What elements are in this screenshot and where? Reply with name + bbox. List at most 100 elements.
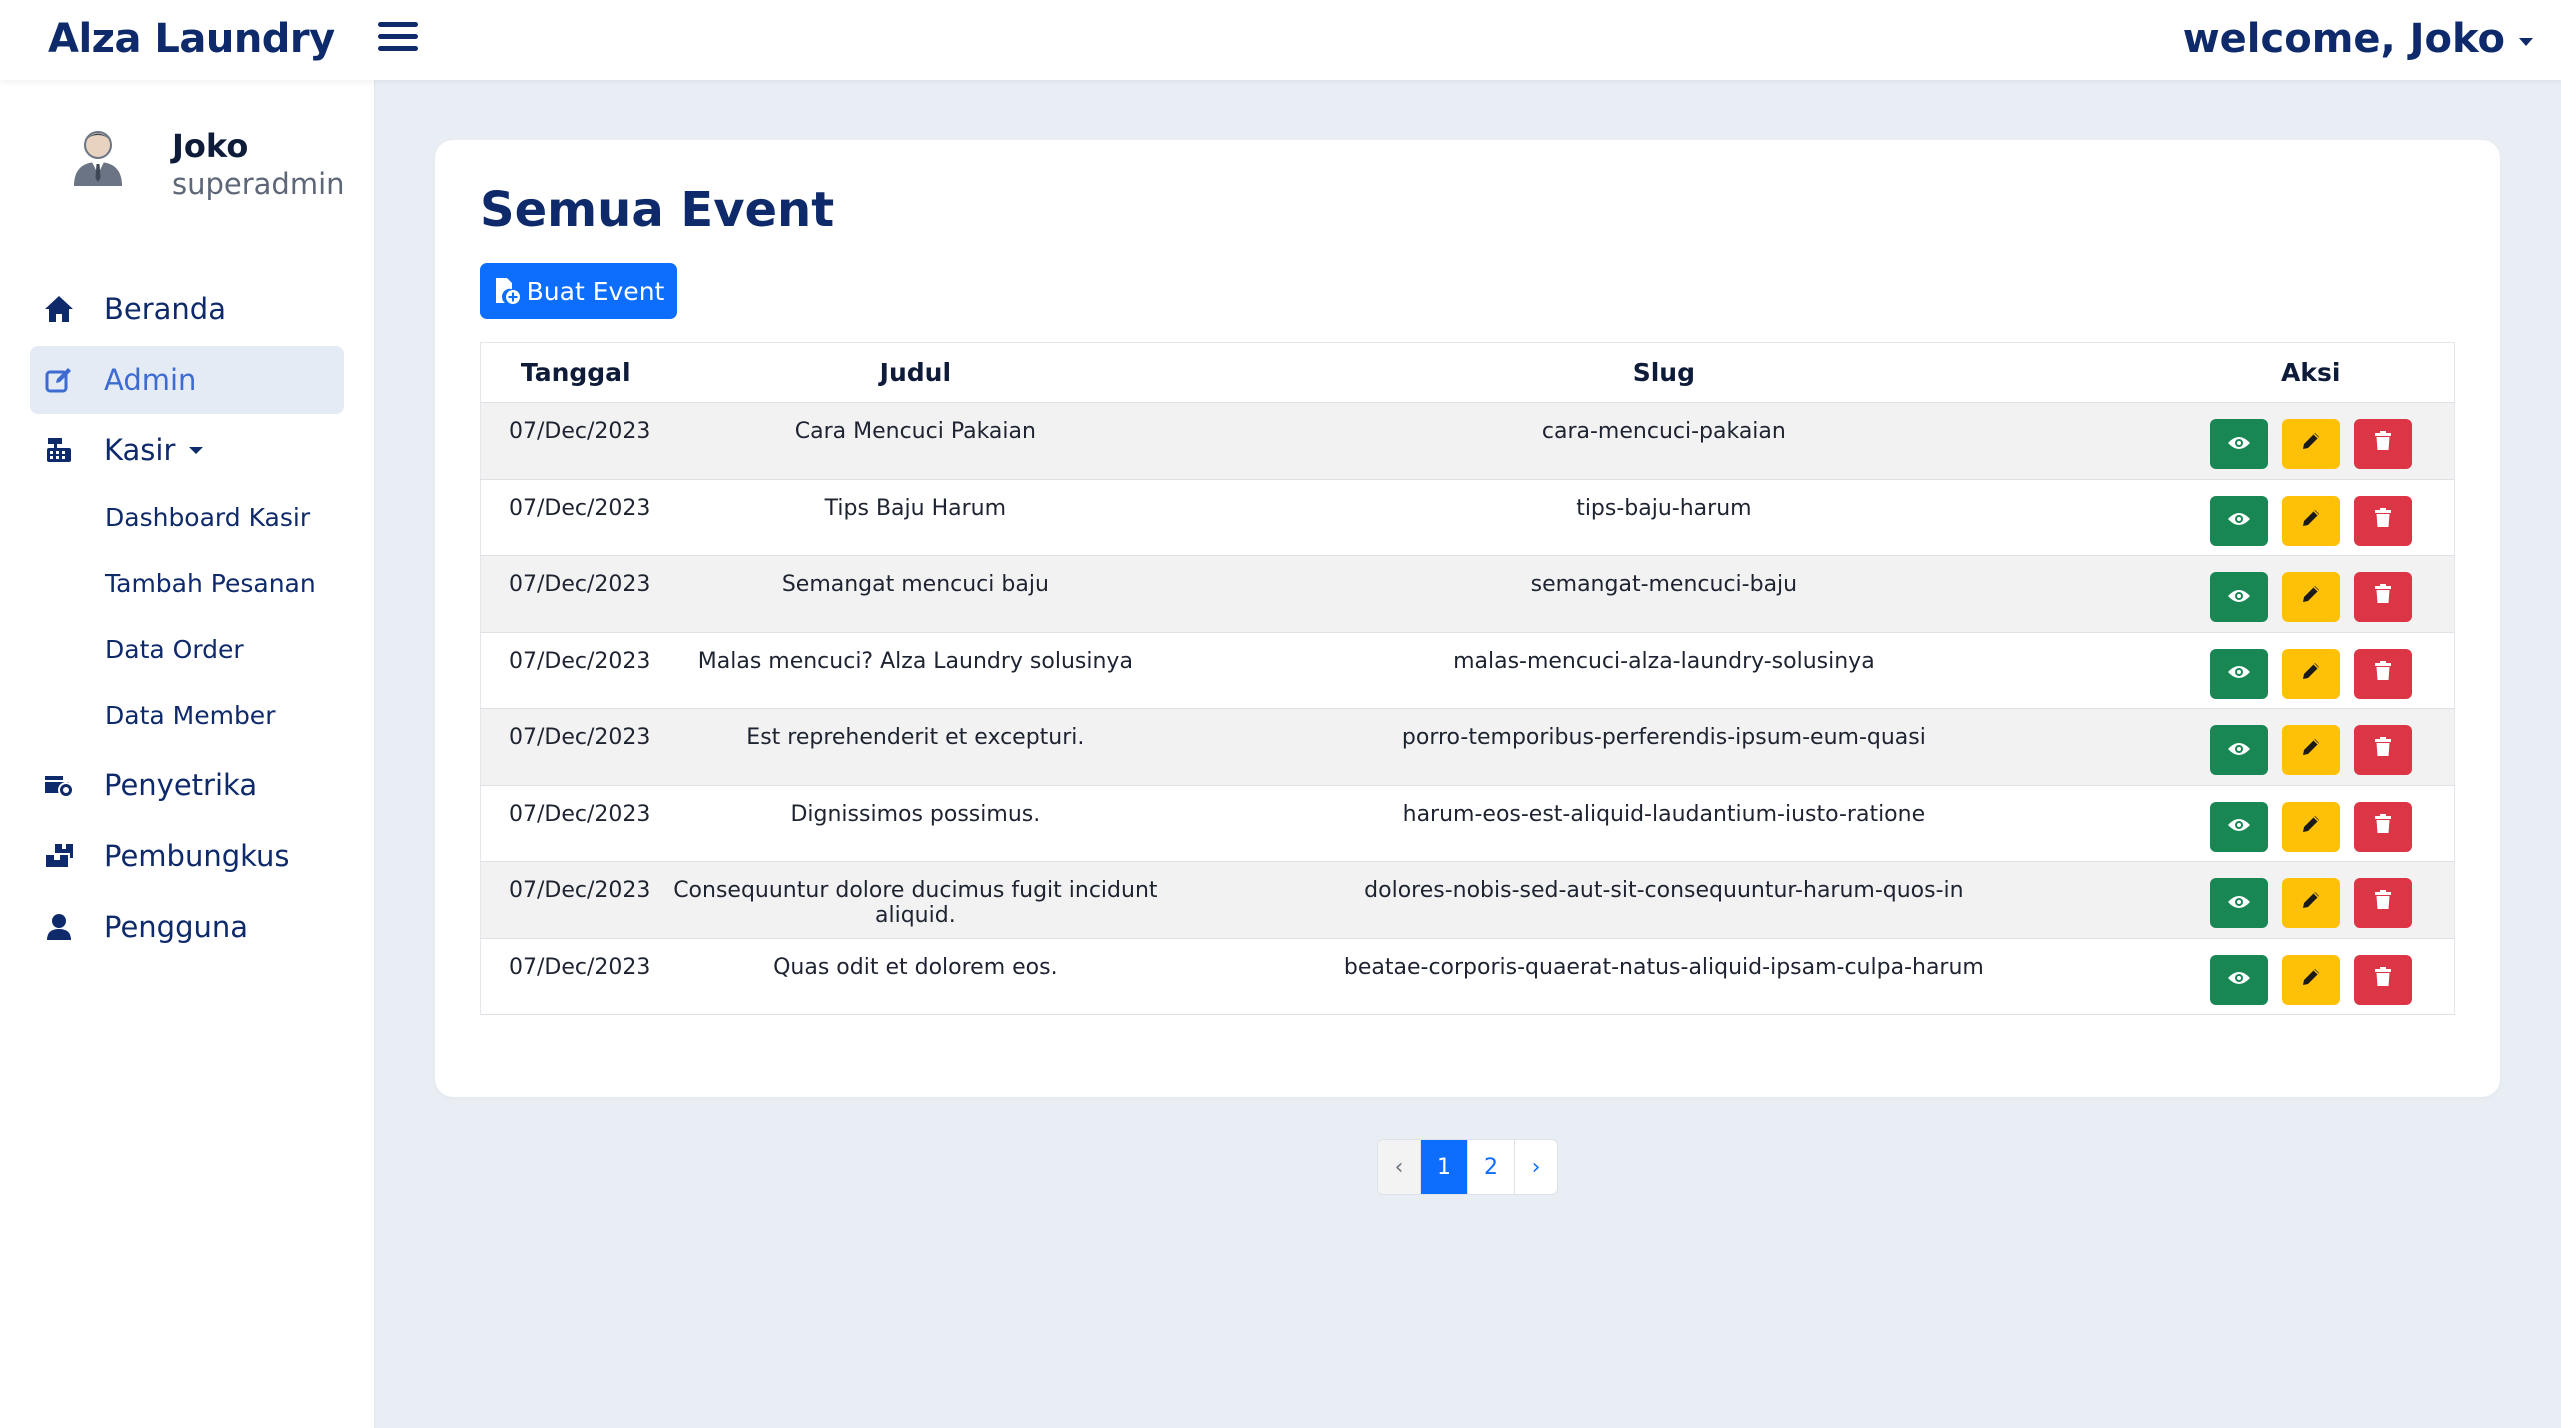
cell-aksi <box>2167 861 2455 939</box>
cell-tanggal: 07/Dec/2023 <box>480 861 671 939</box>
package-icon <box>42 839 76 873</box>
cell-judul: Semangat mencuci baju <box>670 555 1161 633</box>
edit-button[interactable] <box>2281 801 2340 852</box>
delete-button[interactable] <box>2353 419 2412 469</box>
view-button[interactable] <box>2209 419 2268 469</box>
edit-button[interactable] <box>2281 648 2340 699</box>
sidebar-item-label: Kasir <box>104 433 176 467</box>
delete-button[interactable] <box>2353 725 2412 775</box>
edit-button[interactable] <box>2281 878 2340 928</box>
cell-slug: dolores-nobis-sed-aut-sit-consequuntur-h… <box>1160 861 2168 939</box>
cell-judul: Dignissimos possimus. <box>670 785 1161 862</box>
sidebar-item-label: Beranda <box>104 292 226 326</box>
view-button[interactable] <box>2209 878 2268 928</box>
table-header-row: Tanggal Judul Slug Aksi <box>480 342 2455 403</box>
trash-icon <box>2374 737 2392 763</box>
profile-name: Joko <box>172 127 249 165</box>
pagination-next-button[interactable]: › <box>1515 1140 1557 1194</box>
row-actions <box>2168 954 2454 1005</box>
home-icon <box>42 292 76 326</box>
cell-slug: tips-baju-harum <box>1160 479 2168 556</box>
column-header-slug[interactable]: Slug <box>1160 342 2168 403</box>
edit-button[interactable] <box>2281 954 2340 1005</box>
user-dropdown[interactable]: welcome, Joko <box>2183 16 2533 62</box>
eye-icon <box>2227 585 2251 610</box>
view-button[interactable] <box>2209 954 2268 1005</box>
view-button[interactable] <box>2209 725 2268 775</box>
sidebar-subitem-data-member[interactable]: Data Member <box>105 701 275 730</box>
eye-icon <box>2227 738 2251 763</box>
eye-icon <box>2227 432 2251 457</box>
pagination-page-2[interactable]: 2 <box>1468 1140 1515 1194</box>
hamburger-menu-icon[interactable] <box>378 22 418 56</box>
sidebar-subitem-tambah-pesanan[interactable]: Tambah Pesanan <box>105 569 316 598</box>
cell-judul: Quas odit et dolorem eos. <box>670 938 1161 1015</box>
table-row: 07/Dec/2023 Dignissimos possimus. harum-eo… <box>480 785 2455 862</box>
view-button[interactable] <box>2209 572 2268 622</box>
cell-slug: malas-mencuci-alza-laundry-solusinya <box>1160 632 2168 709</box>
edit-button[interactable] <box>2281 419 2340 469</box>
sidebar-item-pembungkus[interactable]: Pembungkus <box>30 822 344 890</box>
row-actions <box>2168 801 2454 852</box>
create-event-button[interactable]: Buat Event <box>480 263 677 319</box>
table-row: 07/Dec/2023 Tips Baju Harum tips-baju-haru… <box>480 479 2455 556</box>
top-navbar: Alza Laundry welcome, Joko <box>0 0 2561 80</box>
sidebar: Joko superadmin Beranda Admin Kasir Dash… <box>0 80 375 1428</box>
cell-judul: Tips Baju Harum <box>670 479 1161 556</box>
eye-icon <box>2227 661 2251 686</box>
trash-icon <box>2374 890 2392 916</box>
row-actions <box>2168 419 2454 469</box>
delete-button[interactable] <box>2353 495 2412 546</box>
iron-icon <box>42 768 76 802</box>
sidebar-item-admin[interactable]: Admin <box>30 346 344 414</box>
delete-button[interactable] <box>2353 572 2412 622</box>
cell-judul: Est reprehenderit et excepturi. <box>670 708 1161 786</box>
events-table: Tanggal Judul Slug Aksi 07/Dec/2023 Cara … <box>480 342 2455 1015</box>
sidebar-subitem-data-order[interactable]: Data Order <box>105 635 244 664</box>
sidebar-item-kasir[interactable]: Kasir <box>30 416 344 484</box>
pencil-icon <box>2301 737 2321 763</box>
column-header-aksi: Aksi <box>2167 342 2455 403</box>
trash-icon <box>2374 507 2392 534</box>
cell-slug: beatae-corporis-quaerat-natus-aliquid-ip… <box>1160 938 2168 1015</box>
pagination-prev-button[interactable]: ‹ <box>1378 1140 1421 1194</box>
row-actions <box>2168 572 2454 622</box>
edit-button[interactable] <box>2281 572 2340 622</box>
trash-icon <box>2374 660 2392 687</box>
sidebar-item-label: Pembungkus <box>104 839 290 873</box>
pencil-icon <box>2301 967 2321 993</box>
edit-button[interactable] <box>2281 495 2340 546</box>
eye-icon <box>2227 967 2251 992</box>
cell-tanggal: 07/Dec/2023 <box>480 708 671 786</box>
trash-icon <box>2374 966 2392 993</box>
sidebar-item-pengguna[interactable]: Pengguna <box>30 893 344 961</box>
delete-button[interactable] <box>2353 648 2412 699</box>
sidebar-item-penyetrika[interactable]: Penyetrika <box>30 751 344 819</box>
brand-logo[interactable]: Alza Laundry <box>48 16 335 62</box>
sidebar-item-label: Penyetrika <box>104 768 258 802</box>
cell-aksi <box>2167 785 2455 862</box>
row-actions <box>2168 648 2454 699</box>
pencil-icon <box>2301 584 2321 610</box>
caret-down-icon <box>189 446 204 454</box>
view-button[interactable] <box>2209 801 2268 852</box>
delete-button[interactable] <box>2353 801 2412 852</box>
cell-tanggal: 07/Dec/2023 <box>480 938 671 1015</box>
view-button[interactable] <box>2209 648 2268 699</box>
column-header-tanggal[interactable]: Tanggal <box>480 342 671 403</box>
edit-button[interactable] <box>2281 725 2340 775</box>
column-header-judul[interactable]: Judul <box>670 342 1161 403</box>
sidebar-item-beranda[interactable]: Beranda <box>30 275 344 343</box>
delete-button[interactable] <box>2353 954 2412 1005</box>
delete-button[interactable] <box>2353 878 2412 928</box>
pagination-page-1[interactable]: 1 <box>1421 1140 1468 1194</box>
pencil-icon <box>2301 814 2321 840</box>
pencil-icon <box>2301 508 2321 534</box>
view-button[interactable] <box>2209 495 2268 546</box>
cell-tanggal: 07/Dec/2023 <box>480 632 671 709</box>
cash-register-icon <box>42 433 76 467</box>
cell-slug: semangat-mencuci-baju <box>1160 555 2168 633</box>
pencil-icon <box>2301 890 2321 916</box>
cell-judul: Malas mencuci? Alza Laundry solusinya <box>670 632 1161 709</box>
sidebar-subitem-dashboard-kasir[interactable]: Dashboard Kasir <box>105 503 310 532</box>
